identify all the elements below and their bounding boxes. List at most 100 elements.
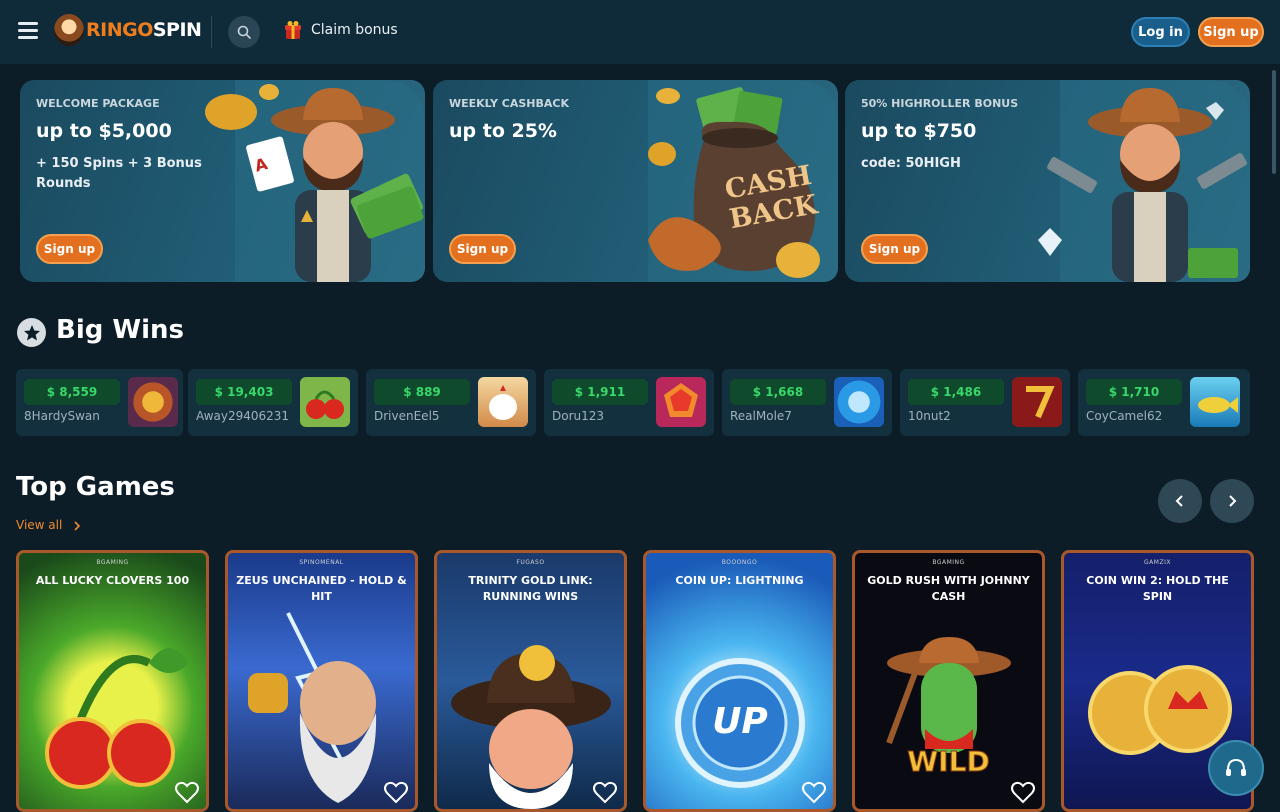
cowboy-mascot-icon <box>54 14 84 46</box>
promo-signup-button[interactable]: Sign up <box>861 234 928 264</box>
game-thumbnail[interactable] <box>300 377 350 427</box>
search-icon <box>237 25 251 39</box>
cowboy-revolvers-illustration <box>1038 80 1250 282</box>
heart-icon[interactable] <box>383 781 409 805</box>
game-provider: BGAMING <box>932 559 965 566</box>
gift-icon <box>285 21 301 39</box>
coin-up-text: UP <box>712 701 768 742</box>
logo-ringo: RINGO <box>86 19 153 41</box>
promo-title: up to $5,000 <box>36 120 172 142</box>
top-header: RINGOSPIN Claim bonus Log in Sign up <box>0 0 1280 64</box>
promo-title: up to $750 <box>861 120 977 142</box>
promo-highroller-bonus[interactable]: 50% HIGHROLLER BONUS up to $750 code: 50… <box>845 80 1250 282</box>
game-title: TRINITY GOLD LINK: RUNNING WINS <box>468 574 593 603</box>
game-thumbnail[interactable] <box>834 377 884 427</box>
win-amount: $ 889 <box>374 379 470 405</box>
signup-button[interactable]: Sign up <box>1198 17 1264 47</box>
view-all-link[interactable]: View all <box>16 518 82 532</box>
game-thumbnail[interactable] <box>478 377 528 427</box>
cherries-art <box>45 648 189 789</box>
game-card[interactable]: BGAMING ALL LUCKY CLOVERS 100 <box>16 550 209 812</box>
heart-icon[interactable] <box>801 781 827 805</box>
menu-icon[interactable] <box>18 22 38 40</box>
big-win-card[interactable]: $ 889 DrivenEel5 <box>366 369 536 436</box>
claim-bonus-label: Claim bonus <box>311 22 398 38</box>
big-win-card[interactable]: $ 1,668 RealMole7 <box>722 369 892 436</box>
promo-welcome-package[interactable]: A WELCOME PACKAGE up to $5,000 + 150 Spi… <box>20 80 425 282</box>
big-win-card[interactable]: $ 19,403 Away29406231 <box>188 369 358 436</box>
gem-icon <box>664 383 698 417</box>
logo-spin: SPIN <box>152 19 202 41</box>
promo-signup-button[interactable]: Sign up <box>449 234 516 264</box>
win-username: CoyCamel62 <box>1086 409 1163 423</box>
game-title: COIN WIN 2: HOLD THE SPIN <box>1086 574 1229 603</box>
game-provider: SPINOMENAL <box>299 559 344 566</box>
games-prev-button[interactable] <box>1158 479 1202 523</box>
logo-text: RINGOSPIN <box>86 19 202 41</box>
ringospin-logo[interactable]: RINGOSPIN <box>54 12 202 48</box>
promo-signup-button[interactable]: Sign up <box>36 234 103 264</box>
win-amount: $ 1,668 <box>730 379 826 405</box>
scrollbar-thumb[interactable] <box>1272 70 1276 174</box>
promo-subtitle: code: 50HIGH <box>861 156 961 171</box>
chevron-right-icon <box>1229 495 1237 507</box>
heart-icon[interactable] <box>592 781 618 805</box>
win-amount: $ 1,911 <box>552 379 648 405</box>
win-username: Away29406231 <box>196 409 290 423</box>
login-button[interactable]: Log in <box>1131 17 1190 47</box>
big-win-card[interactable]: $ 1,911 Doru123 <box>544 369 714 436</box>
star-icon <box>17 318 46 347</box>
wild-text: WILD <box>907 745 990 779</box>
claim-bonus-link[interactable]: Claim bonus <box>284 20 398 40</box>
win-username: RealMole7 <box>730 409 792 423</box>
big-win-card[interactable]: $ 1,486 10nut2 <box>900 369 1070 436</box>
win-username: Doru123 <box>552 409 605 423</box>
chevron-left-icon <box>1175 495 1183 507</box>
game-card[interactable]: SPINOMENAL ZEUS UNCHAINED - HOLD & HIT <box>225 550 418 812</box>
game-title: GOLD RUSH WITH JOHNNY CASH <box>867 574 1030 603</box>
headset-icon <box>1226 758 1246 776</box>
promo-title: up to 25% <box>449 120 557 142</box>
game-provider: GAMZIX <box>1144 559 1171 566</box>
promo-weekly-cashback[interactable]: WEEKLY CASHBACK up to 25% CASH BACK Sign… <box>433 80 838 282</box>
win-username: DrivenEel5 <box>374 409 440 423</box>
win-amount: $ 1,710 <box>1086 379 1182 405</box>
view-all-label: View all <box>16 518 63 532</box>
game-title: COIN UP: LIGHTNING <box>675 574 804 587</box>
promo-subtitle: + 150 Spins + 3 Bonus Rounds <box>36 156 202 191</box>
game-thumbnail[interactable] <box>656 377 706 427</box>
chicken-icon <box>489 385 517 420</box>
search-button[interactable] <box>228 16 260 48</box>
coin-up-art <box>675 658 805 788</box>
fish-icon <box>1198 397 1238 413</box>
game-provider: BGAMING <box>96 559 129 566</box>
chevron-right-icon <box>74 520 81 531</box>
game-provider: BOOONGO <box>721 559 758 566</box>
win-username: 10nut2 <box>908 409 951 423</box>
game-card[interactable]: FUGASO TRINITY GOLD LINK: RUNNING WINS <box>434 550 627 812</box>
game-thumbnail[interactable] <box>128 377 178 427</box>
top-games-title: Top Games <box>16 472 175 502</box>
win-amount: $ 8,559 <box>24 379 120 405</box>
game-thumbnail[interactable] <box>1012 377 1062 427</box>
page-scrollbar[interactable] <box>1270 66 1278 812</box>
promo-kicker: WELCOME PACKAGE <box>36 97 160 110</box>
games-next-button[interactable] <box>1210 479 1254 523</box>
heart-icon[interactable] <box>1010 781 1036 805</box>
game-title: ALL LUCKY CLOVERS 100 <box>35 574 190 587</box>
support-chat-button[interactable] <box>1208 740 1264 796</box>
big-win-card[interactable]: $ 1,710 CoyCamel62 <box>1078 369 1250 436</box>
cherry-icon <box>306 390 344 419</box>
cowboy-cards-illustration: A <box>205 80 425 282</box>
big-win-card[interactable]: $ 8,559 8HardySwan <box>16 369 183 436</box>
win-amount: $ 1,486 <box>908 379 1004 405</box>
promo-kicker: 50% HIGHROLLER BONUS <box>861 97 1019 110</box>
heart-icon[interactable] <box>174 781 200 805</box>
header-divider <box>211 16 212 48</box>
game-card[interactable]: WILD BGAMING GOLD RUSH WITH JOHNNY CASH <box>852 550 1045 812</box>
seven-icon <box>1026 386 1055 419</box>
game-card[interactable]: UP BOOONGO COIN UP: LIGHTNING <box>643 550 836 812</box>
win-username: 8HardySwan <box>24 409 100 423</box>
game-thumbnail[interactable] <box>1190 377 1240 427</box>
big-wins-title: Big Wins <box>56 315 184 345</box>
